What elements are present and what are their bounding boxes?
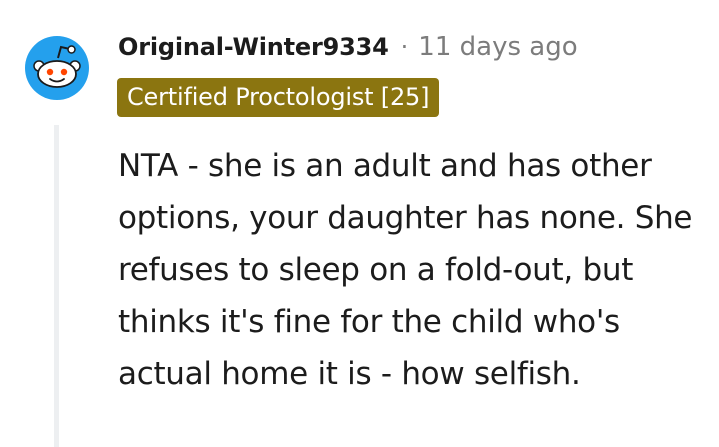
user-flair-badge: Certified Proctologist [25] <box>117 78 440 117</box>
user-avatar[interactable] <box>25 36 89 100</box>
meta-separator: · <box>400 33 409 61</box>
username-link[interactable]: Original-Winter9334 <box>118 33 389 61</box>
thread-collapse-line[interactable] <box>54 125 59 447</box>
comment-header: Original-Winter9334 · 11 days ago <box>118 28 578 66</box>
comment-body: NTA - she is an adult and has other opti… <box>118 148 693 392</box>
snoo-avatar-icon <box>25 36 89 100</box>
comment-timestamp[interactable]: 11 days ago <box>418 32 577 62</box>
